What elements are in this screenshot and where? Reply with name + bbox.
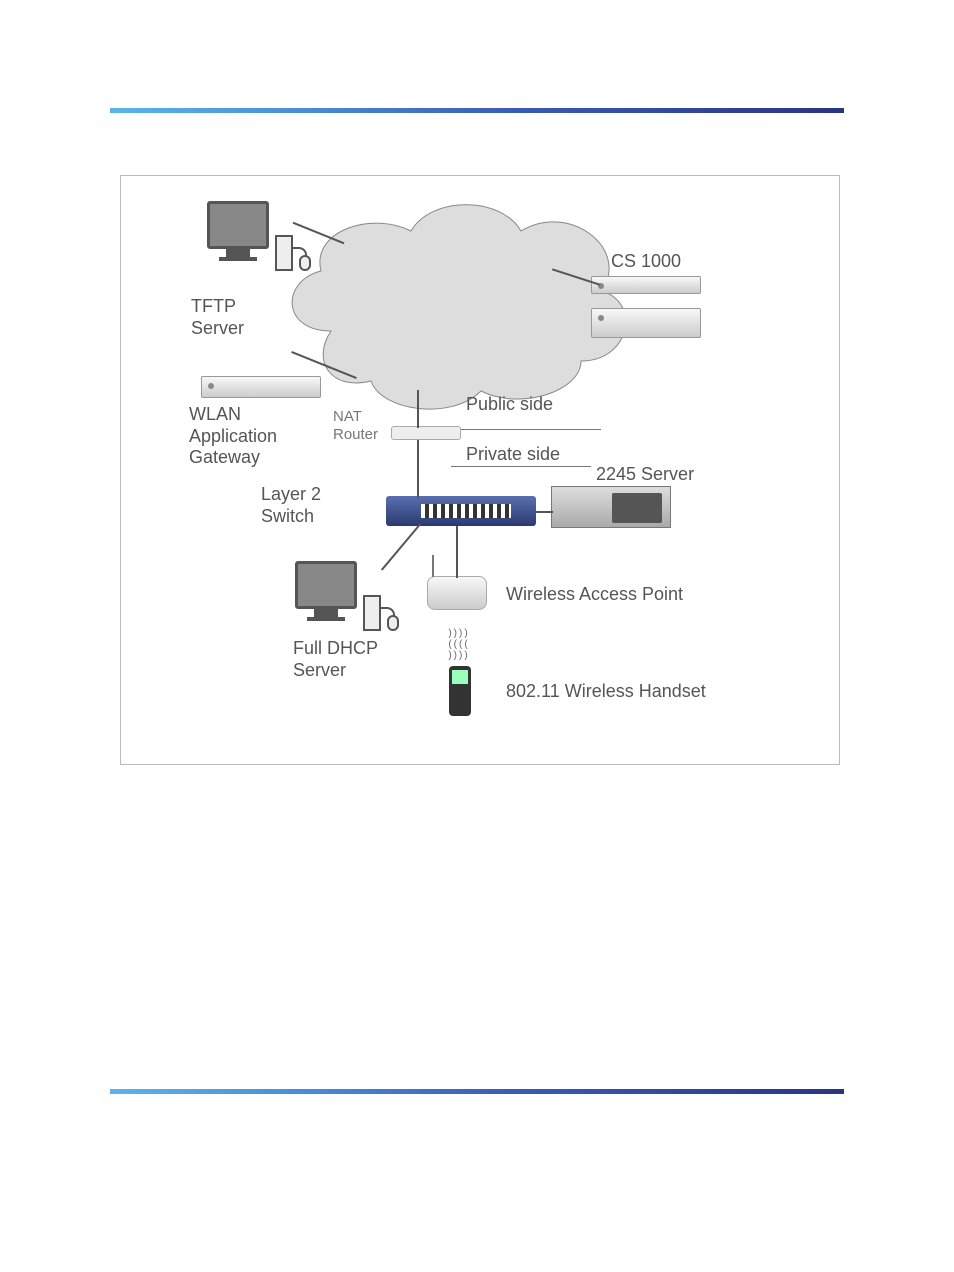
line-private [451,466,591,467]
footer-rule [110,1089,844,1094]
tftp-server-icon [207,201,269,261]
header-rule [110,108,844,113]
line-switch-ap [456,526,458,578]
figure-frame: ))))(((()))) TFTP Server WLAN Applicatio… [120,175,840,765]
tftp-server-label: TFTP Server [191,296,244,339]
nat-router-icon [391,426,461,440]
full-dhcp-label: Full DHCP Server [293,638,378,681]
dhcp-server-icon [295,561,357,621]
line-cloud-nat [417,390,419,428]
cs1000-rack-icon [591,276,701,294]
network-diagram: ))))(((()))) TFTP Server WLAN Applicatio… [121,176,839,764]
private-side-label: Private side [466,444,560,466]
cs1000-rack2-icon [591,308,701,338]
wireless-handset-label: 802.11 Wireless Handset [506,681,706,703]
network-cloud-icon [271,191,641,421]
layer2-switch-label: Layer 2 Switch [261,484,321,527]
line-nat-switch [417,440,419,498]
wlan-gateway-label: WLAN Application Gateway [189,404,277,469]
2245-server-label: 2245 Server [596,464,694,486]
line-public [461,429,601,430]
line-switch-dhcp [381,523,421,570]
wireless-handset-icon [449,666,471,716]
wireless-signal-icon: ))))(((()))) [439,628,479,664]
public-side-label: Public side [466,394,553,416]
layer2-switch-icon [386,496,536,526]
wlan-gateway-icon [201,376,321,398]
line-switch-2245 [535,511,553,513]
2245-server-icon [551,486,671,528]
wireless-ap-label: Wireless Access Point [506,584,683,606]
cs1000-label: CS 1000 [611,251,681,273]
wireless-ap-icon [427,576,487,610]
nat-router-label: NAT Router [333,408,378,444]
